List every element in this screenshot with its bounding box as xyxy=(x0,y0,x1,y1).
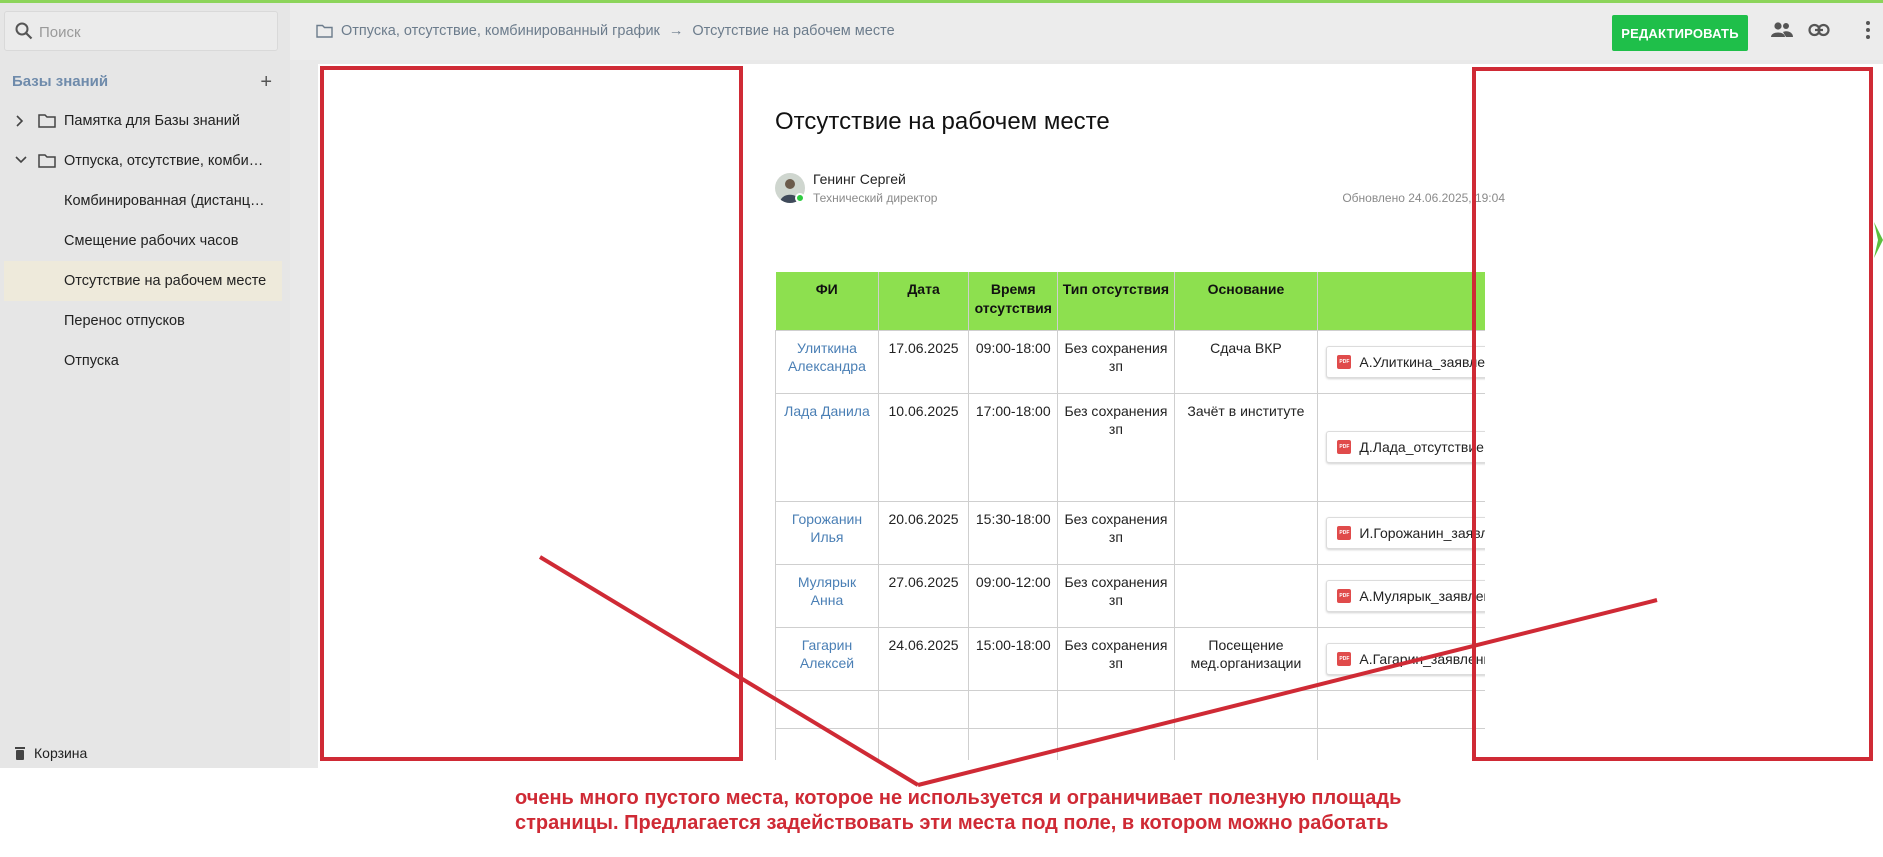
annotation-arrows xyxy=(538,555,1658,787)
annotation-line: страницы. Предлагается задействовать эти… xyxy=(515,812,1389,834)
annotation-note: очень много пустого места, которое не ис… xyxy=(515,786,1401,836)
annotation-line: очень много пустого места, которое не ис… xyxy=(515,787,1402,809)
